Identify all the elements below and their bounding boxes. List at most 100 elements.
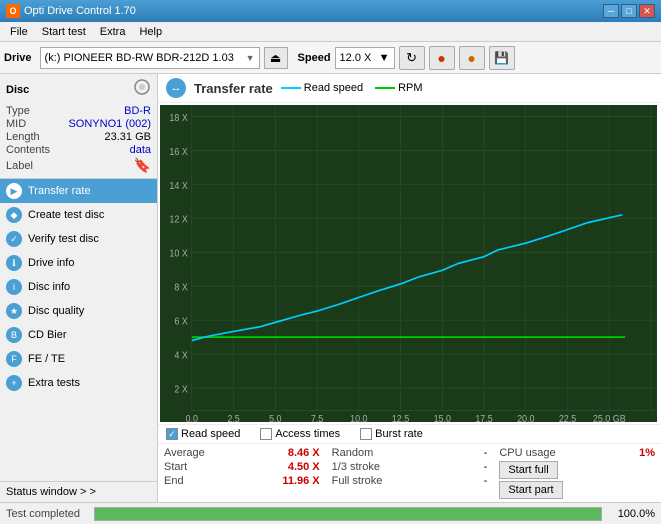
start-part-row: Start part xyxy=(499,480,655,500)
chart-icon: ↔ xyxy=(166,78,186,98)
toolbar-icon-btn-1[interactable]: ● xyxy=(429,46,455,70)
start-row: Start 4.50 X xyxy=(164,460,320,474)
stat-col-2: Random - 1/3 stroke - Full stroke - xyxy=(326,444,494,502)
disc-label-icon[interactable]: 🔖 xyxy=(134,157,151,174)
start-label: Start xyxy=(164,461,187,473)
disc-mid-val: SONYNO1 (002) xyxy=(68,118,151,130)
nav-item-create-test-disc[interactable]: ◆ Create test disc xyxy=(0,203,157,227)
cpu-row: CPU usage 1% xyxy=(499,446,655,460)
status-window-button[interactable]: Status window > > xyxy=(0,481,157,502)
refresh-button[interactable]: ↻ xyxy=(399,46,425,70)
speed-selector[interactable]: 12.0 X ▼ xyxy=(335,47,395,69)
svg-text:20.0: 20.0 xyxy=(517,413,534,422)
access-times-checkbox[interactable] xyxy=(260,428,272,440)
disc2-icon: ● xyxy=(467,50,475,66)
svg-text:25.0 GB: 25.0 GB xyxy=(593,413,626,422)
nav-item-verify-test-disc[interactable]: ✓ Verify test disc xyxy=(0,227,157,251)
nav-label-create-test-disc: Create test disc xyxy=(28,209,104,221)
disc-quality-icon: ★ xyxy=(6,303,22,319)
disc-header: Disc xyxy=(6,84,29,96)
nav-label-cd-bier: CD Bier xyxy=(28,329,67,341)
start-part-button[interactable]: Start part xyxy=(499,481,562,499)
random-label: Random xyxy=(332,447,374,459)
window-controls: ─ □ ✕ xyxy=(603,4,655,18)
nav-item-disc-info[interactable]: i Disc info xyxy=(0,275,157,299)
stats-section: Average 8.46 X Start 4.50 X End 11.96 X … xyxy=(158,443,661,502)
stroke13-row: 1/3 stroke - xyxy=(332,460,488,474)
average-row: Average 8.46 X xyxy=(164,446,320,460)
legend-read-speed-color xyxy=(281,87,301,89)
end-label: End xyxy=(164,475,184,487)
svg-text:8 X: 8 X xyxy=(174,282,188,294)
nav-item-cd-bier[interactable]: B CD Bier xyxy=(0,323,157,347)
nav-label-extra-tests: Extra tests xyxy=(28,377,80,389)
start-full-button[interactable]: Start full xyxy=(499,461,557,479)
chart-legend: Read speed RPM xyxy=(281,82,423,94)
random-row: Random - xyxy=(332,446,488,460)
burst-rate-checkbox-item[interactable]: Burst rate xyxy=(360,428,423,440)
status-text: Test completed xyxy=(6,508,86,520)
menu-extra[interactable]: Extra xyxy=(94,24,132,40)
nav-item-drive-info[interactable]: ℹ Drive info xyxy=(0,251,157,275)
disc-label-label: Label xyxy=(6,160,33,172)
end-row: End 11.96 X xyxy=(164,474,320,488)
close-button[interactable]: ✕ xyxy=(639,4,655,18)
nav-label-disc-info: Disc info xyxy=(28,281,70,293)
svg-text:18 X: 18 X xyxy=(169,112,188,124)
svg-text:12 X: 12 X xyxy=(169,214,188,226)
access-times-checkbox-item[interactable]: Access times xyxy=(260,428,340,440)
transfer-rate-icon: ▶ xyxy=(6,183,22,199)
svg-text:2.5: 2.5 xyxy=(227,413,239,422)
chart-title: Transfer rate xyxy=(194,81,273,96)
menu-help[interactable]: Help xyxy=(133,24,168,40)
save-button[interactable]: 💾 xyxy=(489,46,515,70)
fe-te-icon: F xyxy=(6,351,22,367)
access-times-checkbox-label: Access times xyxy=(275,428,340,440)
disc-info-icon: i xyxy=(6,279,22,295)
svg-text:22.5: 22.5 xyxy=(559,413,576,422)
menu-start-test[interactable]: Start test xyxy=(36,24,92,40)
disc-refresh-icon[interactable] xyxy=(133,78,151,101)
svg-text:5.0: 5.0 xyxy=(269,413,281,422)
nav-label-transfer-rate: Transfer rate xyxy=(28,185,91,197)
svg-text:6 X: 6 X xyxy=(174,316,188,328)
disc-type-label: Type xyxy=(6,105,30,117)
toolbar-icon-btn-2[interactable]: ● xyxy=(459,46,485,70)
nav-item-fe-te[interactable]: F FE / TE xyxy=(0,347,157,371)
minimize-button[interactable]: ─ xyxy=(603,4,619,18)
nav-label-disc-quality: Disc quality xyxy=(28,305,84,317)
burst-rate-checkbox[interactable] xyxy=(360,428,372,440)
stat-col-3: CPU usage 1% Start full Start part xyxy=(493,444,661,502)
drive-info-icon: ℹ xyxy=(6,255,22,271)
disc-length-label: Length xyxy=(6,131,40,143)
svg-text:0.0: 0.0 xyxy=(186,413,198,422)
maximize-button[interactable]: □ xyxy=(621,4,637,18)
speed-arrow-icon: ▼ xyxy=(379,52,390,64)
graph-svg: 18 X 16 X 14 X 12 X 10 X 8 X 6 X 4 X 2 X xyxy=(160,105,657,422)
stat-col-1: Average 8.46 X Start 4.50 X End 11.96 X xyxy=(158,444,326,502)
full-stroke-label: Full stroke xyxy=(332,475,383,487)
nav-item-extra-tests[interactable]: + Extra tests xyxy=(0,371,157,395)
start-full-row: Start full xyxy=(499,460,655,480)
cpu-val: 1% xyxy=(639,447,655,459)
menu-file[interactable]: File xyxy=(4,24,34,40)
speed-value: 12.0 X xyxy=(340,52,372,64)
refresh-icon: ↻ xyxy=(406,50,417,66)
save-icon: 💾 xyxy=(494,51,509,65)
eject-button[interactable]: ⏏ xyxy=(264,47,288,69)
disc-contents-label: Contents xyxy=(6,144,50,156)
nav-label-verify-test-disc: Verify test disc xyxy=(28,233,99,245)
nav-menu: ▶ Transfer rate ◆ Create test disc ✓ Ver… xyxy=(0,179,157,481)
burst-rate-checkbox-label: Burst rate xyxy=(375,428,423,440)
drive-label: Drive xyxy=(4,52,32,64)
nav-item-transfer-rate[interactable]: ▶ Transfer rate xyxy=(0,179,157,203)
read-speed-checkbox-item[interactable]: ✓ Read speed xyxy=(166,428,240,440)
title-bar: O Opti Drive Control 1.70 ─ □ ✕ xyxy=(0,0,661,22)
extra-tests-icon: + xyxy=(6,375,22,391)
read-speed-checkbox[interactable]: ✓ xyxy=(166,428,178,440)
svg-text:10.0: 10.0 xyxy=(350,413,367,422)
checkboxes-row: ✓ Read speed Access times Burst rate xyxy=(158,424,661,443)
nav-item-disc-quality[interactable]: ★ Disc quality xyxy=(0,299,157,323)
legend-rpm-color xyxy=(375,87,395,89)
drive-selector[interactable]: (k:) PIONEER BD-RW BDR-212D 1.03 ▼ xyxy=(40,47,260,69)
